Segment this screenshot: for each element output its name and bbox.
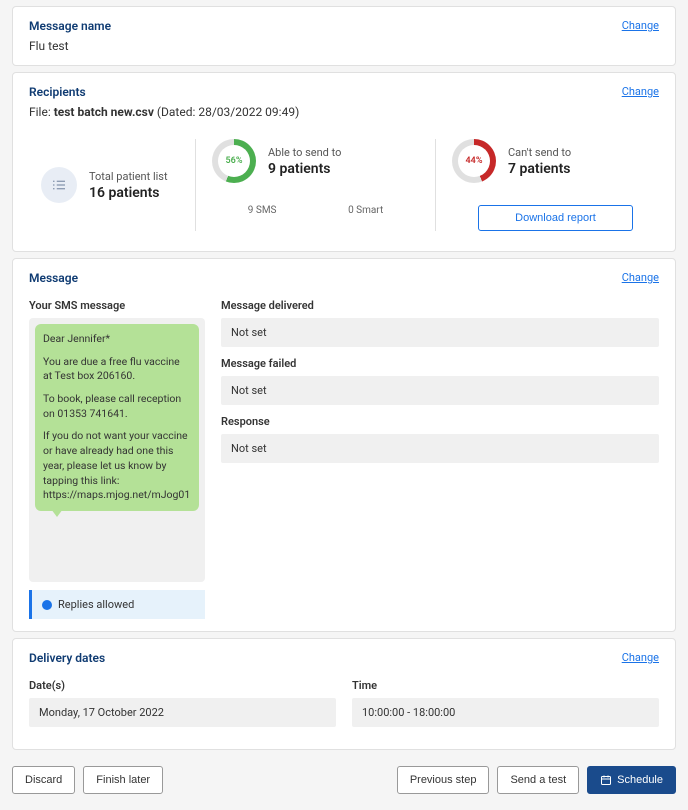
replies-allowed-banner: Replies allowed bbox=[29, 590, 205, 619]
response-title: Response bbox=[221, 415, 659, 428]
sms-line-1: Dear Jennifer* bbox=[43, 332, 191, 347]
total-value: 16 patients bbox=[89, 185, 168, 201]
change-delivery-link[interactable]: Change bbox=[622, 651, 659, 664]
discard-button[interactable]: Discard bbox=[12, 766, 75, 794]
download-report-button[interactable]: Download report bbox=[478, 205, 633, 231]
send-test-button[interactable]: Send a test bbox=[497, 766, 579, 794]
sms-preview: Dear Jennifer* You are due a free flu va… bbox=[29, 318, 205, 582]
sms-bubble: Dear Jennifer* You are due a free flu va… bbox=[35, 324, 199, 511]
file-prefix: File: bbox=[29, 105, 54, 119]
info-icon bbox=[42, 600, 52, 610]
footer-actions: Discard Finish later Previous step Send … bbox=[0, 756, 688, 810]
delivered-title: Message delivered bbox=[221, 299, 659, 312]
sms-message-label: Your SMS message bbox=[29, 299, 205, 312]
able-value: 9 patients bbox=[268, 161, 341, 177]
cant-value: 7 patients bbox=[508, 161, 571, 177]
able-to-send-block: 56% Able to send to 9 patients 9 SMS 0 S… bbox=[195, 139, 436, 231]
replies-allowed-label: Replies allowed bbox=[58, 598, 134, 611]
total-label: Total patient list bbox=[89, 170, 168, 183]
recipients-panel: Recipients Change File: test batch new.c… bbox=[12, 72, 676, 252]
schedule-button-label: Schedule bbox=[617, 774, 663, 786]
able-label: Able to send to bbox=[268, 146, 341, 159]
smart-count: 0 Smart bbox=[348, 205, 383, 216]
sms-count: 9 SMS bbox=[248, 205, 277, 216]
time-header: Time bbox=[352, 679, 659, 692]
change-message-link[interactable]: Change bbox=[622, 271, 659, 284]
recipients-file-line: File: test batch new.csv (Dated: 28/03/2… bbox=[29, 105, 659, 119]
cant-donut-chart: 44% bbox=[452, 139, 496, 183]
file-date: (Dated: 28/03/2022 09:49) bbox=[154, 105, 299, 119]
able-pct: 56% bbox=[218, 145, 250, 177]
previous-step-button[interactable]: Previous step bbox=[397, 766, 490, 794]
finish-later-button[interactable]: Finish later bbox=[83, 766, 163, 794]
sms-line-4: If you do not want your vaccine or have … bbox=[43, 429, 191, 502]
calendar-icon bbox=[600, 774, 612, 786]
message-name-title: Message name bbox=[29, 19, 111, 33]
cant-send-block: 44% Can't send to 7 patients Download re… bbox=[452, 139, 659, 231]
delivery-title: Delivery dates bbox=[29, 651, 105, 665]
delivery-dates-panel: Delivery dates Change Date(s) Monday, 17… bbox=[12, 638, 676, 750]
response-value: Not set bbox=[221, 434, 659, 463]
cant-pct: 44% bbox=[458, 145, 490, 177]
sms-line-2: You are due a free flu vaccine at Test b… bbox=[43, 355, 191, 384]
message-name-value: Flu test bbox=[29, 39, 111, 53]
message-panel: Message Change Your SMS message Dear Jen… bbox=[12, 258, 676, 632]
failed-value: Not set bbox=[221, 376, 659, 405]
able-donut-chart: 56% bbox=[212, 139, 256, 183]
schedule-button[interactable]: Schedule bbox=[587, 766, 676, 794]
message-name-panel: Message name Flu test Change bbox=[12, 6, 676, 66]
time-value: 10:00:00 - 18:00:00 bbox=[352, 698, 659, 727]
sms-line-3: To book, please call reception on 01353 … bbox=[43, 392, 191, 421]
recipients-title: Recipients bbox=[29, 85, 86, 99]
message-title: Message bbox=[29, 271, 78, 285]
file-name: test batch new.csv bbox=[54, 105, 154, 119]
checklist-icon bbox=[41, 167, 77, 203]
change-message-name-link[interactable]: Change bbox=[622, 19, 659, 32]
date-header: Date(s) bbox=[29, 679, 336, 692]
change-recipients-link[interactable]: Change bbox=[622, 85, 659, 98]
cant-label: Can't send to bbox=[508, 146, 571, 159]
date-value: Monday, 17 October 2022 bbox=[29, 698, 336, 727]
total-patients-block: Total patient list 16 patients bbox=[29, 139, 179, 231]
delivered-value: Not set bbox=[221, 318, 659, 347]
failed-title: Message failed bbox=[221, 357, 659, 370]
